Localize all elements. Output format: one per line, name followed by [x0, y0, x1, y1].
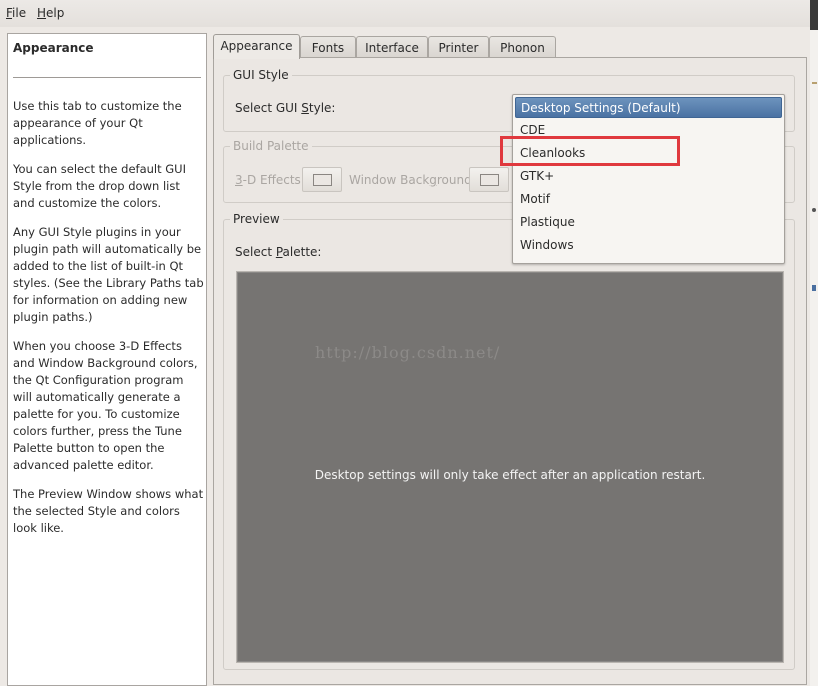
- preview-window: http://blog.csdn.net/ Desktop settings w…: [236, 271, 784, 663]
- help-paragraph: You can select the default GUI Style fro…: [13, 162, 186, 210]
- background-window-edge: [810, 0, 818, 686]
- gui-style-option-motif[interactable]: Motif: [515, 189, 782, 210]
- label-text: -D Effects:: [242, 173, 305, 187]
- label-text: Select: [235, 245, 276, 259]
- help-divider: [13, 77, 201, 78]
- menu-help-label: elp: [46, 6, 65, 20]
- background-mark: [812, 285, 816, 291]
- background-window-titlebar: [810, 0, 818, 30]
- gui-style-group-title: GUI Style: [230, 68, 292, 82]
- label-text: Select GUI: [235, 101, 302, 115]
- menu-bar: File Help: [0, 0, 810, 27]
- gui-style-option-plastique[interactable]: Plastique: [515, 212, 782, 233]
- label-text: tyle:: [308, 101, 336, 115]
- label-mnemonic: g: [429, 173, 437, 187]
- menu-help[interactable]: Help: [37, 6, 64, 20]
- window-background-color-button[interactable]: [469, 167, 509, 192]
- tab-fonts[interactable]: Fonts: [300, 36, 356, 58]
- background-mark: [812, 82, 817, 84]
- label-text: alette:: [282, 245, 322, 259]
- tab-appearance[interactable]: Appearance: [213, 34, 300, 59]
- label-mnemonic: 3: [235, 173, 243, 187]
- label-mnemonic: P: [275, 245, 283, 259]
- label-text: Window Back: [349, 173, 430, 187]
- annotation-highlight-box: [500, 136, 680, 166]
- watermark-text: http://blog.csdn.net/: [315, 343, 501, 362]
- color-swatch: [313, 174, 332, 186]
- background-mark: [812, 208, 816, 212]
- label-mnemonic: S: [301, 101, 309, 115]
- gui-style-option-desktop-settings[interactable]: Desktop Settings (Default): [515, 97, 782, 118]
- help-text: Use this tab to customize the appearance…: [13, 98, 205, 549]
- 3d-effects-label: 3-D Effects:: [235, 173, 305, 187]
- help-panel: Appearance Use this tab to customize the…: [7, 33, 207, 686]
- help-paragraph: When you choose 3-D Effects and Window B…: [13, 339, 198, 472]
- 3d-effects-color-button[interactable]: [302, 167, 342, 192]
- preview-restart-message: Desktop settings will only take effect a…: [314, 468, 706, 482]
- select-palette-label: Select Palette:: [235, 245, 321, 259]
- help-title: Appearance: [13, 41, 94, 55]
- gui-style-option-gtk[interactable]: GTK+: [515, 166, 782, 187]
- tab-interface[interactable]: Interface: [356, 36, 428, 58]
- help-paragraph: Use this tab to customize the appearance…: [13, 99, 182, 147]
- gui-style-dropdown-list[interactable]: Desktop Settings (Default) CDE Cleanlook…: [512, 94, 785, 264]
- color-swatch: [480, 174, 499, 186]
- menu-file-label: ile: [12, 6, 27, 20]
- tab-phonon[interactable]: Phonon: [489, 36, 556, 58]
- build-palette-group-title: Build Palette: [230, 139, 312, 153]
- menu-help-mnemonic: H: [37, 6, 47, 20]
- help-paragraph: The Preview Window shows what the select…: [13, 487, 204, 535]
- help-paragraph: Any GUI Style plugins in your plugin pat…: [13, 225, 204, 324]
- tab-printer[interactable]: Printer: [428, 36, 489, 58]
- preview-group-title: Preview: [230, 212, 283, 226]
- select-gui-style-label: Select GUI Style:: [235, 101, 335, 115]
- window-background-label: Window Background:: [349, 173, 476, 187]
- gui-style-option-windows[interactable]: Windows: [515, 235, 782, 256]
- menu-file[interactable]: File: [6, 6, 26, 20]
